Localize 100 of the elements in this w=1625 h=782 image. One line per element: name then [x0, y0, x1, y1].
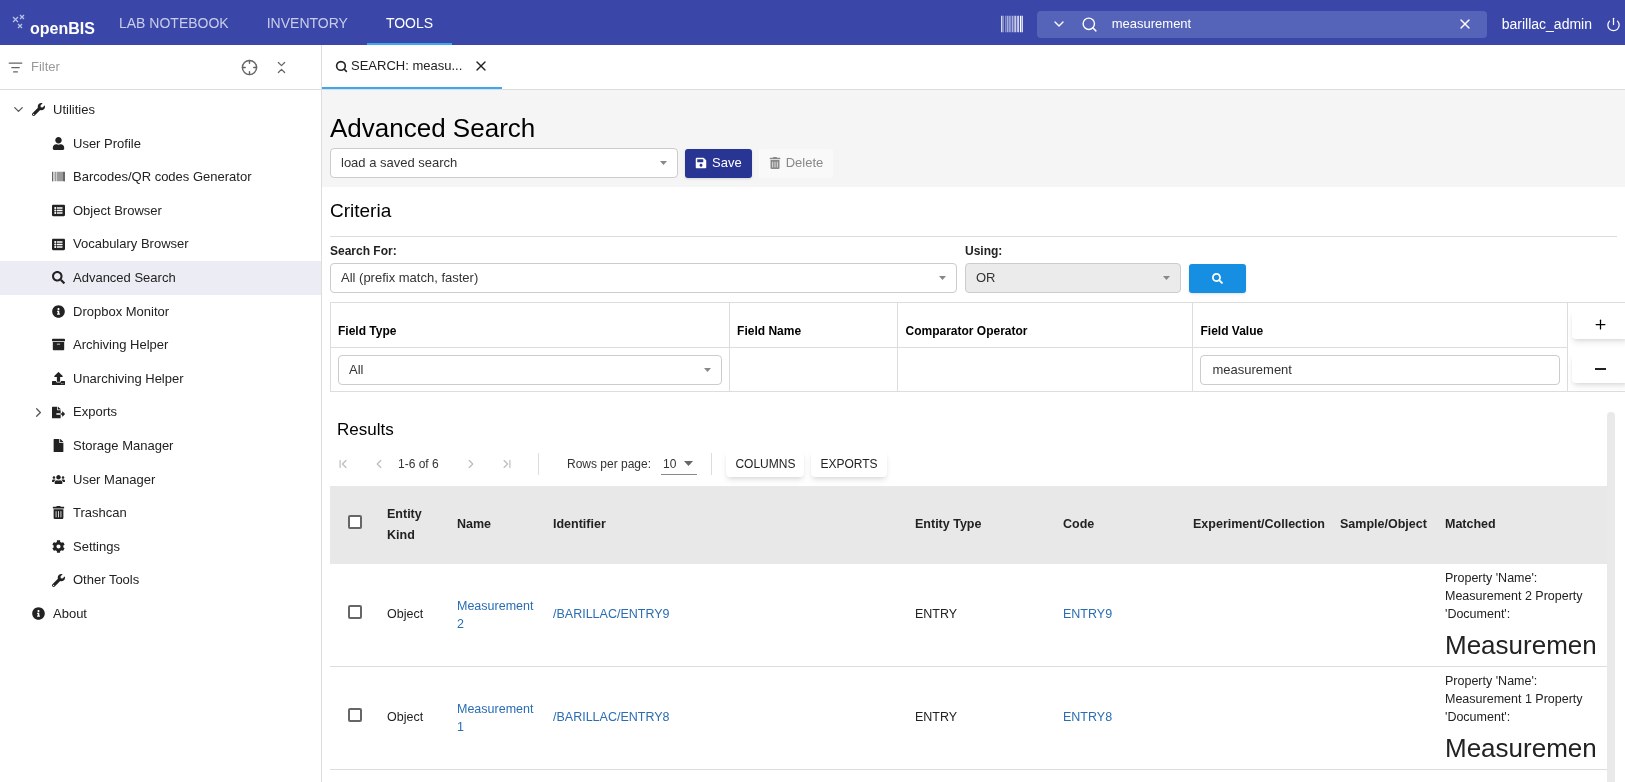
matched-text: Property 'Name': Measurement 1 Property 'Document': — [1445, 672, 1584, 726]
tree-item[interactable]: Object Browser — [0, 193, 321, 228]
caret-icon — [704, 367, 712, 372]
search-button[interactable] — [1189, 263, 1246, 293]
column-header: Experiment/Collection — [1186, 485, 1333, 564]
field-label: Using: — [965, 242, 1004, 260]
filter-field[interactable]: Filter — [31, 57, 241, 77]
tree-item[interactable]: Settings — [0, 529, 321, 564]
barcode-icon — [52, 170, 65, 184]
caret-icon — [660, 161, 667, 165]
trash-icon — [768, 157, 781, 169]
identifier-link[interactable]: /BARILLAC/ENTRY9 — [553, 607, 670, 622]
matched-preview: Measuremen — [1445, 731, 1598, 764]
columns-button[interactable]: COLUMNS — [726, 451, 805, 477]
tree-item[interactable]: Trashcan — [0, 496, 321, 530]
checkbox[interactable] — [348, 514, 362, 529]
file-icon — [52, 439, 65, 453]
nav-tab[interactable]: TOOLS — [366, 3, 453, 45]
wrench-icon — [32, 103, 45, 117]
caret-icon — [684, 461, 694, 466]
users-icon — [52, 472, 65, 486]
global-search-field[interactable]: measurement — [1036, 10, 1487, 38]
nav-tab[interactable]: LAB NOTEBOOK — [100, 3, 248, 45]
tree-item[interactable]: Dropbox Monitor — [0, 294, 321, 329]
trash-icon — [52, 506, 65, 520]
tree-item[interactable]: Barcodes/QR codes Generator — [0, 160, 321, 194]
identifier-link[interactable]: /BARILLAC/ENTRY8 — [553, 710, 670, 725]
search-value: measurement — [1111, 15, 1193, 34]
tree-item[interactable]: About — [0, 596, 321, 631]
save-icon — [695, 157, 707, 169]
tree-item[interactable]: Utilities — [0, 93, 321, 127]
column-header: Entity Kind — [380, 485, 450, 564]
tree-item[interactable]: Advanced Search — [0, 260, 321, 295]
column-header: Comparator Operator — [898, 302, 1193, 348]
search-icon — [1080, 15, 1098, 33]
plus-icon — [1593, 317, 1608, 333]
upload-icon — [52, 372, 65, 386]
table-cell: Object — [380, 563, 450, 666]
nav-tab[interactable]: INVENTORY — [247, 3, 367, 45]
field-label: Search For: — [330, 242, 398, 260]
power-icon[interactable] — [1606, 16, 1621, 32]
rows-per-page-label: Rows per page: — [567, 456, 652, 473]
logo-text: openBIS — [30, 19, 95, 39]
info-icon — [52, 304, 65, 318]
list-icon — [52, 237, 65, 251]
tree-item[interactable]: Unarchiving Helper — [0, 361, 321, 396]
column-header: Sample/Object — [1333, 485, 1438, 564]
tree-item[interactable]: Vocabulary Browser — [0, 227, 321, 261]
table-cell: Object — [380, 666, 450, 769]
table-cell: ENTRY — [908, 666, 1056, 769]
save-button[interactable]: Save — [685, 148, 752, 178]
list-icon — [52, 204, 65, 218]
tree-item[interactable]: Other Tools — [0, 563, 321, 597]
section-heading: Results — [336, 419, 395, 441]
page-range: 1-6 of 6 — [398, 456, 440, 473]
checkbox[interactable] — [348, 604, 362, 619]
name-link[interactable]: Measurement 1 — [457, 699, 539, 736]
search-icon — [1212, 272, 1223, 284]
column-header: Field Type — [331, 302, 730, 348]
search-icon — [335, 59, 348, 73]
archive-box-icon — [52, 338, 65, 352]
column-header: Identifier — [546, 485, 908, 564]
tree-item[interactable]: Storage Manager — [0, 428, 321, 463]
field-type-dropdown[interactable]: All — [338, 354, 723, 385]
rows-per-page-select[interactable]: 10 — [661, 453, 698, 475]
user-icon — [52, 136, 65, 150]
column-header: Entity Type — [908, 485, 1056, 564]
section-heading: Criteria — [330, 187, 1617, 237]
export-icon — [52, 405, 65, 419]
code-link[interactable]: ENTRY8 — [1063, 710, 1113, 725]
user-name: barillac_admin — [1501, 14, 1592, 34]
field-value-input[interactable]: measurement — [1200, 354, 1560, 385]
column-header: Field Name — [729, 302, 898, 348]
tree-item[interactable]: Archiving Helper — [0, 328, 321, 362]
tree-item[interactable]: User Manager — [0, 462, 321, 497]
search-for-dropdown[interactable]: All (prefix match, faster) — [330, 262, 957, 293]
matched-preview: Measuremen — [1445, 628, 1598, 661]
column-header: Field Value — [1193, 302, 1568, 348]
tree-item[interactable]: User Profile — [0, 126, 321, 161]
page-title: Advanced Search — [330, 112, 537, 144]
column-header: Code — [1056, 485, 1186, 564]
wrench-icon — [52, 573, 65, 587]
caret-icon — [1163, 275, 1170, 280]
table-cell: ENTRY — [908, 563, 1056, 666]
barcode-icon[interactable] — [1000, 13, 1023, 35]
search-icon — [52, 271, 65, 285]
exports-button[interactable]: EXPORTS — [811, 451, 887, 477]
tree-item[interactable]: Exports — [0, 395, 321, 429]
filter-icon — [8, 59, 23, 75]
locate-icon[interactable] — [241, 58, 258, 76]
scrollbar[interactable] — [1607, 412, 1615, 782]
code-link[interactable]: ENTRY9 — [1063, 607, 1113, 622]
caret-icon — [939, 275, 946, 280]
matched-text: Property 'Name': Measurement 2 Property 'Document': — [1445, 569, 1584, 623]
column-header: Matched — [1438, 485, 1607, 564]
saved-search-dropdown[interactable]: load a saved search — [330, 148, 678, 178]
column-header: Name — [450, 485, 546, 564]
settings-icon — [52, 540, 65, 553]
checkbox[interactable] — [348, 707, 362, 722]
name-link[interactable]: Measurement 2 — [457, 596, 539, 633]
